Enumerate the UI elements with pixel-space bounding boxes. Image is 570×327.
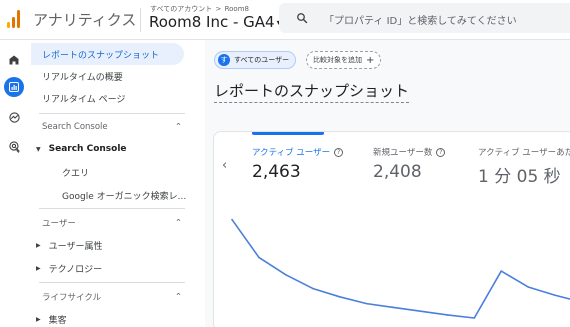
metric-label: 新規ユーザー数: [373, 148, 433, 158]
data-point-11: [527, 286, 529, 288]
nav-item-google-organic[interactable]: Google オーガニック検索レ...: [62, 189, 186, 202]
data-point-10: [500, 270, 503, 272]
data-point-3: [311, 287, 314, 290]
search-placeholder: 「プロパティ ID」と検索してみてください: [324, 16, 517, 27]
app-name[interactable]: アナリティクス: [33, 9, 136, 30]
collapse-icon: ⌃: [174, 292, 182, 302]
data-point-0: [231, 218, 233, 221]
section-divider: [39, 282, 185, 283]
data-point-1: [258, 256, 260, 259]
nav-group-label: 集客: [48, 316, 67, 326]
analytics-logo-icon[interactable]: [7, 10, 21, 28]
collapsed-triangle-icon: ▶: [36, 242, 41, 249]
nav-group-acquisition[interactable]: ▶ 集客: [36, 313, 67, 326]
header-divider: [140, 8, 141, 32]
section-title: Search Console: [42, 122, 108, 132]
nav-group-label: テクノロジー: [48, 265, 103, 275]
collapsed-triangle-icon: ▶: [36, 265, 41, 272]
nav-realtime-pages[interactable]: リアルタイム ページ: [42, 87, 125, 109]
section-header-user[interactable]: ユーザー ⌃: [42, 217, 182, 229]
metrics-card: ‹ アクティブ ユーザー? 2,463 新規ユーザー数? 2,408 アクティブ…: [213, 131, 570, 327]
nav-item-queries[interactable]: クエリ: [62, 166, 89, 179]
rail-advertising-button[interactable]: [4, 136, 24, 156]
help-icon[interactable]: ?: [436, 147, 446, 157]
help-icon[interactable]: ?: [334, 147, 344, 157]
metric-value: 1 分 05 秒: [478, 167, 561, 187]
metric-tab-engagement-time[interactable]: アクティブ ユーザーあた 1 分 05 秒: [478, 146, 570, 187]
property-selector[interactable]: Room8 Inc - GA4▾: [149, 13, 281, 31]
rail-reports-button[interactable]: [4, 77, 24, 97]
collapsed-triangle-icon: ▶: [36, 316, 41, 323]
section-header-search-console[interactable]: Search Console ⌃: [42, 122, 182, 132]
home-icon: [9, 55, 19, 65]
data-point-12: [554, 294, 556, 297]
user-segment-avatar-icon: す: [218, 54, 230, 66]
search-bar[interactable]: 「プロパティ ID」と検索してみてください: [279, 3, 570, 33]
breadcrumb-chevron-icon: >: [215, 5, 222, 13]
section-title: ユーザー: [42, 219, 76, 229]
plus-icon: +: [366, 54, 375, 66]
chip-label: 比較対象を追加: [313, 56, 362, 64]
data-point-4: [338, 296, 341, 298]
left-rail: [0, 40, 28, 327]
comparison-chip-all-users[interactable]: す すべてのユーザー: [214, 51, 297, 69]
section-title: ライフサイクル: [42, 293, 102, 303]
add-comparison-button[interactable]: 比較対象を追加 +: [306, 51, 382, 69]
metric-label: アクティブ ユーザー: [252, 148, 331, 158]
nav-group-search-console[interactable]: ▼ Search Console: [36, 144, 127, 154]
nav-group-technology[interactable]: ▶ テクノロジー: [36, 262, 102, 275]
account-name: Room8: [224, 5, 249, 13]
collapse-icon: ⌃: [174, 122, 182, 132]
search-icon: [297, 13, 308, 24]
section-divider: [39, 113, 185, 114]
app-header: アナリティクス すべてのアカウント > Room8 Room8 Inc - GA…: [0, 0, 570, 40]
data-point-2: [285, 274, 287, 276]
account-crumb-all: すべてのアカウント: [150, 5, 213, 13]
nav-group-label: Search Console: [48, 144, 127, 154]
data-point-6: [392, 306, 395, 309]
chip-label: すべてのユーザー: [234, 56, 290, 64]
nav-reports-snapshot[interactable]: レポートのスナップショット: [31, 43, 184, 65]
page-title[interactable]: レポートのスナップショット: [214, 80, 410, 103]
data-point-8: [446, 314, 449, 316]
active-users-trend-chart: [231, 218, 570, 319]
advertising-icon: [8, 140, 20, 153]
expanded-triangle-icon: ▼: [36, 145, 41, 153]
metric-label: アクティブ ユーザーあた: [478, 148, 570, 158]
series-line: [231, 219, 570, 319]
rail-home-button[interactable]: [4, 50, 24, 70]
property-name: Room8 Inc - GA4: [149, 13, 275, 31]
explore-icon: [8, 111, 20, 123]
data-point-7: [419, 310, 422, 312]
main-content: す すべてのユーザー 比較対象を追加 + レポートのスナップショット ‹ アクテ…: [205, 40, 570, 327]
report-navigation: レポートのスナップショット リアルタイムの概要 リアルタイム ページ Searc…: [29, 40, 205, 327]
previous-arrow-icon[interactable]: ‹: [222, 158, 227, 173]
active-metric-indicator: [252, 132, 324, 135]
metric-value: 2,463: [252, 162, 301, 182]
reports-icon: [9, 82, 19, 92]
collapse-icon: ⌃: [174, 218, 182, 228]
section-divider: [39, 208, 185, 209]
metric-value: 2,408: [373, 162, 422, 182]
section-header-lifecycle[interactable]: ライフサイクル ⌃: [42, 291, 182, 303]
data-point-5: [365, 302, 368, 305]
nav-realtime-overview[interactable]: リアルタイムの概要: [42, 65, 123, 87]
metric-tab-active-users[interactable]: アクティブ ユーザー? 2,463: [252, 146, 344, 182]
metric-tab-new-users[interactable]: 新規ユーザー数? 2,408: [373, 146, 446, 182]
nav-group-user-attributes[interactable]: ▶ ユーザー属性: [36, 239, 102, 252]
rail-explore-button[interactable]: [4, 107, 24, 127]
nav-group-label: ユーザー属性: [48, 242, 103, 252]
data-point-9: [473, 317, 476, 319]
